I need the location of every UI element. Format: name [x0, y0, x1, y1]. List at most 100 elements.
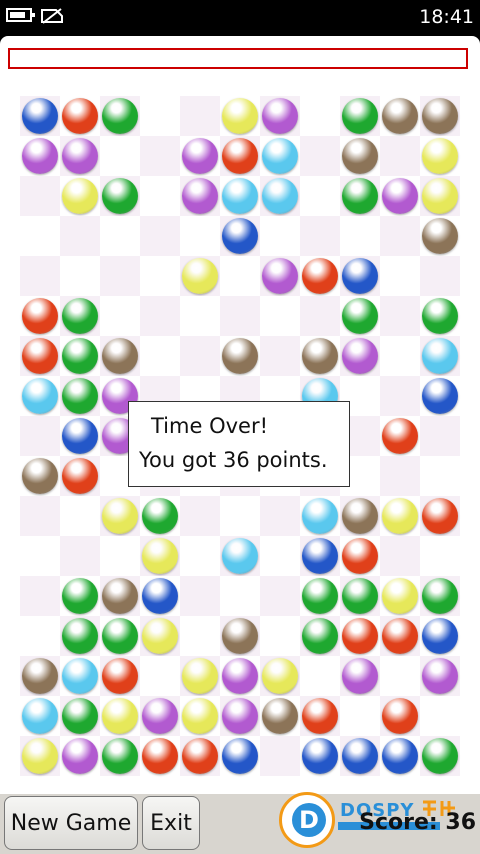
- red-ball[interactable]: [302, 258, 338, 294]
- yellow-ball[interactable]: [262, 658, 298, 694]
- board-cell[interactable]: [20, 336, 60, 376]
- board-cell[interactable]: [180, 296, 220, 336]
- purple-ball[interactable]: [262, 98, 298, 134]
- yellow-ball[interactable]: [422, 178, 458, 214]
- board-cell[interactable]: [140, 616, 180, 656]
- yellow-ball[interactable]: [62, 178, 98, 214]
- board-cell[interactable]: [420, 376, 460, 416]
- blue-ball[interactable]: [422, 378, 458, 414]
- green-ball[interactable]: [422, 578, 458, 614]
- green-ball[interactable]: [342, 298, 378, 334]
- blue-ball[interactable]: [422, 618, 458, 654]
- blue-ball[interactable]: [222, 738, 258, 774]
- board-cell[interactable]: [340, 176, 380, 216]
- board-cell[interactable]: [340, 536, 380, 576]
- yellow-ball[interactable]: [422, 138, 458, 174]
- board-cell[interactable]: [60, 256, 100, 296]
- cyan-ball[interactable]: [22, 698, 58, 734]
- board-cell[interactable]: [100, 296, 140, 336]
- board-cell[interactable]: [60, 376, 100, 416]
- board-cell[interactable]: [420, 296, 460, 336]
- board-cell[interactable]: [180, 96, 220, 136]
- purple-ball[interactable]: [422, 658, 458, 694]
- board-cell[interactable]: [420, 176, 460, 216]
- cyan-ball[interactable]: [262, 178, 298, 214]
- green-ball[interactable]: [102, 738, 138, 774]
- board-cell[interactable]: [20, 96, 60, 136]
- board-cell[interactable]: [420, 336, 460, 376]
- yellow-ball[interactable]: [222, 98, 258, 134]
- board-cell[interactable]: [140, 216, 180, 256]
- blue-ball[interactable]: [222, 218, 258, 254]
- board-cell[interactable]: [20, 296, 60, 336]
- board-cell[interactable]: [340, 656, 380, 696]
- board-cell[interactable]: [260, 336, 300, 376]
- green-ball[interactable]: [102, 618, 138, 654]
- red-ball[interactable]: [22, 338, 58, 374]
- board-cell[interactable]: [180, 616, 220, 656]
- board-cell[interactable]: [260, 296, 300, 336]
- board-cell[interactable]: [380, 656, 420, 696]
- purple-ball[interactable]: [142, 698, 178, 734]
- board-cell[interactable]: [140, 336, 180, 376]
- board-cell[interactable]: [140, 296, 180, 336]
- board-cell[interactable]: [180, 176, 220, 216]
- board-cell[interactable]: [60, 696, 100, 736]
- board-cell[interactable]: [60, 656, 100, 696]
- board-cell[interactable]: [60, 416, 100, 456]
- board-cell[interactable]: [100, 336, 140, 376]
- green-ball[interactable]: [142, 498, 178, 534]
- board-cell[interactable]: [340, 736, 380, 776]
- board-cell[interactable]: [420, 736, 460, 776]
- board-cell[interactable]: [60, 576, 100, 616]
- board-cell[interactable]: [20, 696, 60, 736]
- board-cell[interactable]: [380, 136, 420, 176]
- red-ball[interactable]: [62, 458, 98, 494]
- yellow-ball[interactable]: [182, 698, 218, 734]
- board-cell[interactable]: [300, 336, 340, 376]
- board-cell[interactable]: [20, 416, 60, 456]
- board-cell[interactable]: [300, 296, 340, 336]
- purple-ball[interactable]: [62, 738, 98, 774]
- board-cell[interactable]: [140, 576, 180, 616]
- green-ball[interactable]: [62, 338, 98, 374]
- board-cell[interactable]: [420, 536, 460, 576]
- purple-ball[interactable]: [182, 138, 218, 174]
- cyan-ball[interactable]: [22, 378, 58, 414]
- yellow-ball[interactable]: [182, 658, 218, 694]
- green-ball[interactable]: [422, 298, 458, 334]
- board-cell[interactable]: [60, 216, 100, 256]
- blue-ball[interactable]: [142, 578, 178, 614]
- board-cell[interactable]: [60, 296, 100, 336]
- brown-ball[interactable]: [422, 98, 458, 134]
- board-cell[interactable]: [220, 96, 260, 136]
- board-cell[interactable]: [260, 176, 300, 216]
- red-ball[interactable]: [182, 738, 218, 774]
- board-cell[interactable]: [340, 256, 380, 296]
- board-cell[interactable]: [60, 96, 100, 136]
- board-cell[interactable]: [100, 616, 140, 656]
- board-cell[interactable]: [220, 136, 260, 176]
- board-cell[interactable]: [300, 496, 340, 536]
- board-cell[interactable]: [140, 696, 180, 736]
- blue-ball[interactable]: [382, 738, 418, 774]
- board-cell[interactable]: [340, 216, 380, 256]
- board-cell[interactable]: [220, 536, 260, 576]
- board-cell[interactable]: [300, 736, 340, 776]
- board-cell[interactable]: [420, 576, 460, 616]
- board-cell[interactable]: [100, 256, 140, 296]
- board-cell[interactable]: [20, 376, 60, 416]
- purple-ball[interactable]: [62, 138, 98, 174]
- board-cell[interactable]: [260, 576, 300, 616]
- board-cell[interactable]: [220, 736, 260, 776]
- board-cell[interactable]: [260, 256, 300, 296]
- yellow-ball[interactable]: [102, 698, 138, 734]
- board-cell[interactable]: [60, 456, 100, 496]
- board-cell[interactable]: [300, 216, 340, 256]
- blue-ball[interactable]: [342, 738, 378, 774]
- board-cell[interactable]: [300, 656, 340, 696]
- board-cell[interactable]: [380, 496, 420, 536]
- board-cell[interactable]: [100, 536, 140, 576]
- cyan-ball[interactable]: [222, 178, 258, 214]
- board-cell[interactable]: [100, 576, 140, 616]
